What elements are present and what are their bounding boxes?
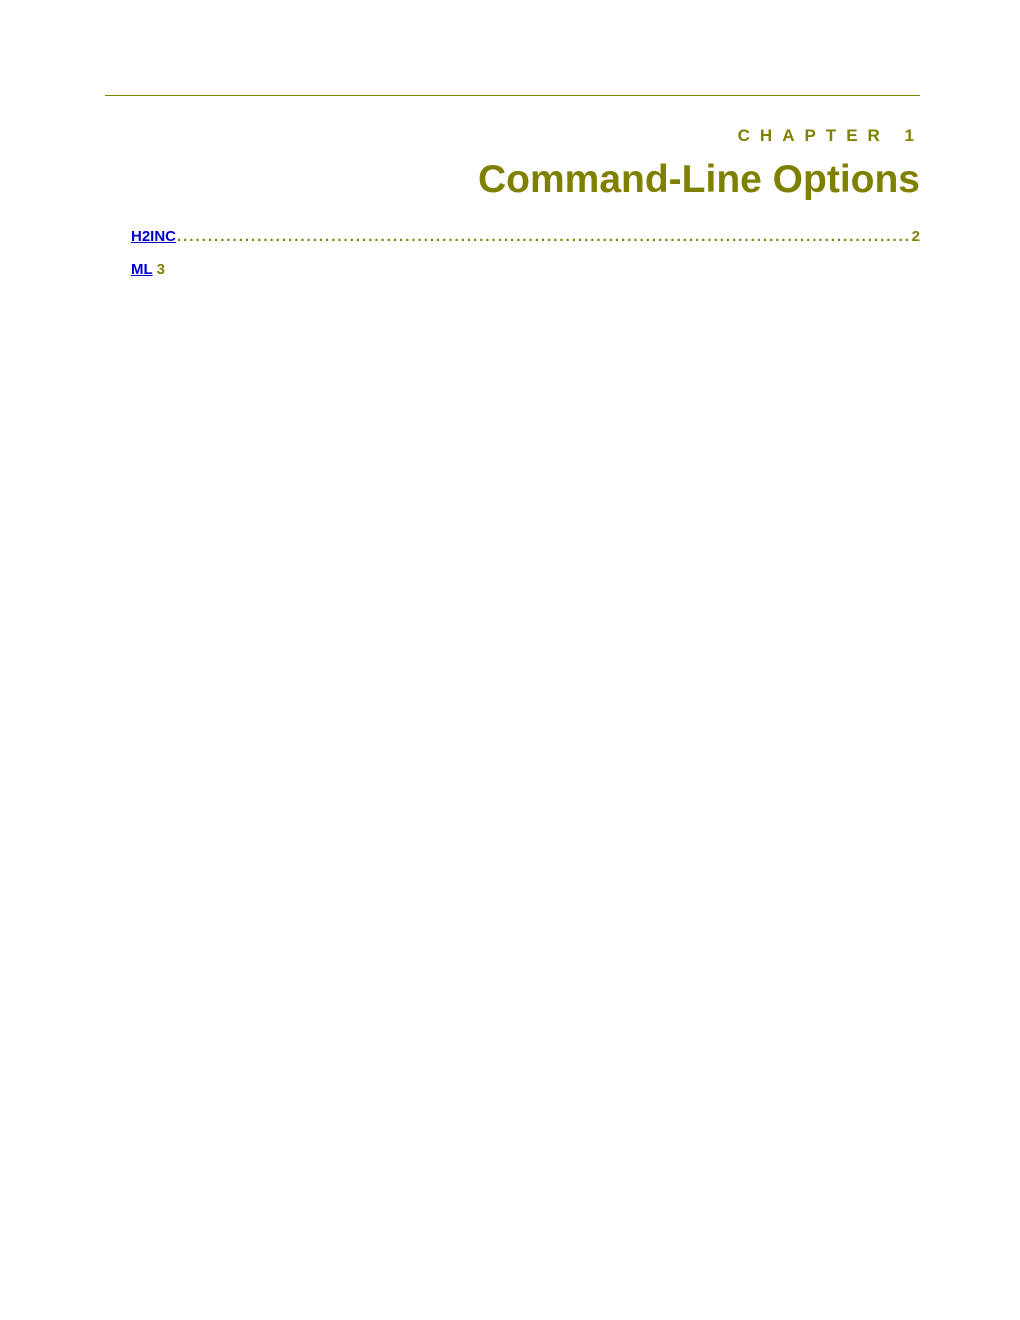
toc-row: H2INC ..................................… — [105, 226, 920, 249]
toc-link-h2inc[interactable]: H2INC — [131, 226, 176, 249]
toc-row: ML 3 — [105, 259, 920, 282]
toc-page-number: 3 — [153, 259, 165, 282]
toc-page-number: 2 — [912, 226, 920, 249]
chapter-label: CHAPTER 1 — [105, 126, 924, 146]
toc-link-ml[interactable]: ML — [131, 259, 153, 282]
table-of-contents: H2INC ..................................… — [105, 226, 920, 281]
chapter-title: Command-Line Options — [105, 158, 920, 202]
toc-leader: ........................................… — [176, 226, 912, 249]
horizontal-rule — [105, 95, 920, 96]
